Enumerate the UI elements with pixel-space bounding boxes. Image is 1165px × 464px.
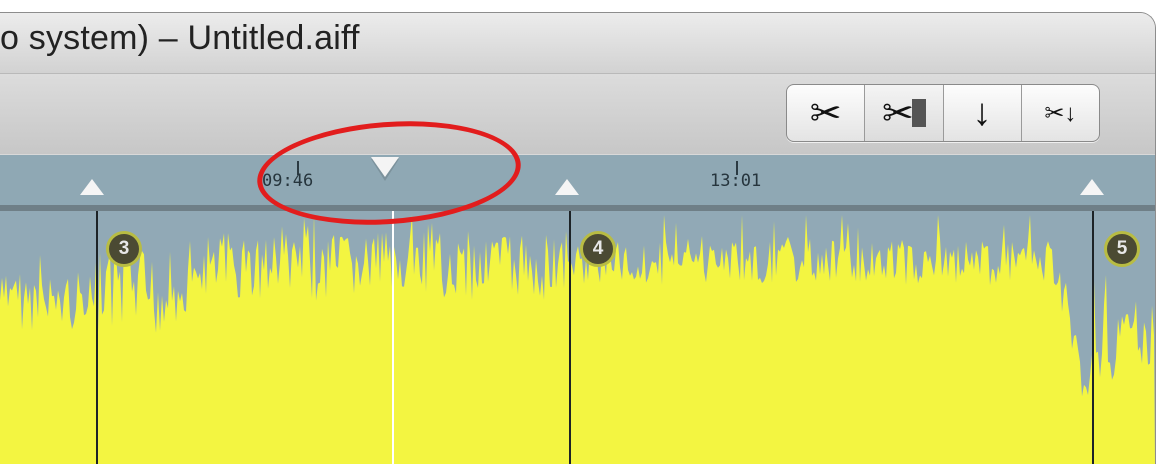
app-window: o system) – Untitled.aiff ✂ ✂ ↓ ✂↓ 09:46… [0, 12, 1156, 464]
playhead-line [392, 211, 394, 464]
split-marker-icon[interactable] [80, 179, 104, 195]
arrow-down-icon: ↓ [972, 91, 992, 134]
window-title: o system) – Untitled.aiff [0, 19, 360, 57]
scissors-active-icon: ✂ [881, 92, 914, 135]
active-indicator [911, 99, 926, 127]
waveform-track[interactable]: 3 4 5 [0, 211, 1155, 464]
title-bar: o system) – Untitled.aiff [0, 13, 1155, 74]
toolbar: ✂ ✂ ↓ ✂↓ [0, 74, 1155, 154]
scissors-button[interactable]: ✂ [787, 85, 866, 141]
region-split-line [569, 211, 571, 464]
split-arrow-button[interactable]: ✂↓ [1022, 85, 1099, 141]
waveform-fill [0, 215, 1155, 464]
audio-waveform [0, 215, 1155, 464]
ruler-time-label: 13:01 [710, 171, 762, 191]
timeline-ruler[interactable]: 09:46 13:01 [0, 155, 1155, 211]
scissors-active-button[interactable]: ✂ [865, 85, 944, 141]
split-arrow-icon: ✂↓ [1044, 99, 1077, 127]
region-split-line [96, 211, 98, 464]
region-number-badge[interactable]: 3 [106, 231, 142, 267]
scissors-icon: ✂ [809, 92, 842, 135]
split-marker-icon[interactable] [555, 179, 579, 195]
split-marker-icon[interactable] [1080, 179, 1104, 195]
region-number-badge[interactable]: 5 [1104, 231, 1140, 267]
arrow-down-button[interactable]: ↓ [944, 85, 1022, 141]
edit-tool-group: ✂ ✂ ↓ ✂↓ [786, 84, 1100, 142]
region-split-line [1092, 211, 1094, 464]
region-number-badge[interactable]: 4 [580, 231, 616, 267]
